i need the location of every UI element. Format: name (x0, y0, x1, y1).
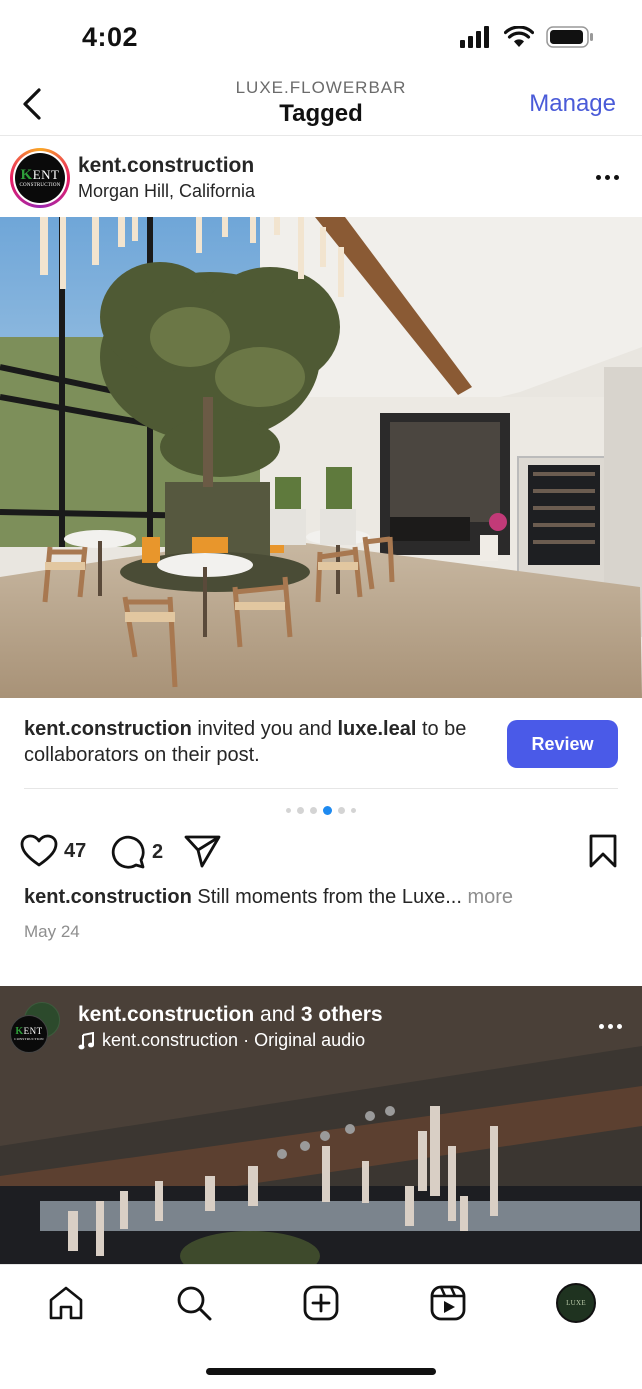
carousel-dot (297, 807, 304, 814)
reel-post[interactable]: KENT CONSTRUCTION kent.construction and … (0, 986, 642, 1264)
collab-inviter[interactable]: kent.construction (24, 718, 192, 740)
reel-username[interactable]: kent.construction (78, 1003, 254, 1026)
tab-home[interactable] (46, 1283, 86, 1323)
interior-photo (0, 217, 642, 698)
caption-more-link[interactable]: more (462, 886, 513, 908)
reel-audio[interactable]: kent.construction · Original audio (78, 1030, 365, 1051)
bookmark-icon[interactable] (588, 834, 618, 868)
more-options-button[interactable] (596, 167, 622, 187)
home-indicator (206, 1368, 436, 1375)
reels-icon (430, 1285, 466, 1321)
post-avatar[interactable]: KENT CONSTRUCTION (10, 148, 70, 208)
status-time: 4:02 (82, 22, 139, 52)
status-bar: 4:02 (0, 0, 642, 70)
post-username[interactable]: kent.construction (78, 154, 254, 178)
post-date: May 24 (24, 922, 80, 941)
review-button[interactable]: Review (507, 720, 618, 768)
send-icon[interactable] (184, 834, 222, 868)
carousel-dot (310, 807, 317, 814)
reel-others[interactable]: 3 others (301, 1003, 383, 1026)
wifi-icon (504, 26, 534, 47)
post-actions: 47 2 (0, 830, 642, 874)
tab-search[interactable] (174, 1283, 214, 1323)
like-action[interactable]: 47 (20, 834, 86, 868)
comment-action[interactable]: 2 (110, 834, 163, 870)
like-count[interactable]: 47 (64, 840, 86, 863)
collab-other-user[interactable]: luxe.leal (337, 718, 416, 740)
save-action[interactable] (588, 834, 618, 868)
post-header: KENT CONSTRUCTION kent.construction Morg… (0, 137, 642, 217)
reel-avatar[interactable]: KENT CONSTRUCTION (10, 1015, 48, 1053)
share-action[interactable] (184, 834, 222, 868)
signal-icon (460, 26, 489, 48)
carousel-dot (286, 808, 291, 813)
post-caption: kent.construction Still moments from the… (24, 886, 618, 909)
carousel-dot (338, 807, 345, 814)
carousel-indicator (0, 806, 642, 815)
divider (24, 788, 618, 789)
post-location[interactable]: Morgan Hill, California (78, 181, 255, 202)
post-image[interactable] (0, 217, 642, 698)
reel-title[interactable]: kent.construction and 3 others (78, 1003, 383, 1027)
tab-profile-avatar[interactable]: LUXE (556, 1283, 596, 1323)
kent-logo: KENT CONSTRUCTION (15, 153, 65, 203)
caption-username[interactable]: kent.construction (24, 886, 192, 908)
tab-reels[interactable] (428, 1283, 468, 1323)
caption-text: Still moments from the Luxe... (191, 886, 462, 908)
reel-more-options-button[interactable] (599, 1024, 622, 1029)
carousel-dot (351, 808, 356, 813)
heart-icon[interactable] (20, 834, 58, 868)
comment-count[interactable]: 2 (152, 841, 163, 864)
profile-logo-text: LUXE (566, 1299, 586, 1307)
manage-button[interactable]: Manage (529, 90, 616, 118)
reel-preview (0, 986, 642, 1264)
search-icon (177, 1286, 212, 1321)
music-note-icon (78, 1031, 94, 1049)
create-icon (303, 1285, 339, 1321)
comment-icon[interactable] (110, 834, 146, 870)
collab-invite-text: kent.construction invited you and luxe.l… (24, 718, 467, 766)
home-icon (49, 1286, 83, 1320)
nav-bar: LUXE.FLOWERBAR Tagged Manage (0, 70, 642, 136)
battery-icon (546, 26, 593, 48)
status-icons (460, 26, 594, 48)
reel-audio-label[interactable]: kent.construction · Original audio (102, 1030, 365, 1051)
tab-create[interactable] (301, 1283, 341, 1323)
carousel-dot-active (323, 806, 332, 815)
